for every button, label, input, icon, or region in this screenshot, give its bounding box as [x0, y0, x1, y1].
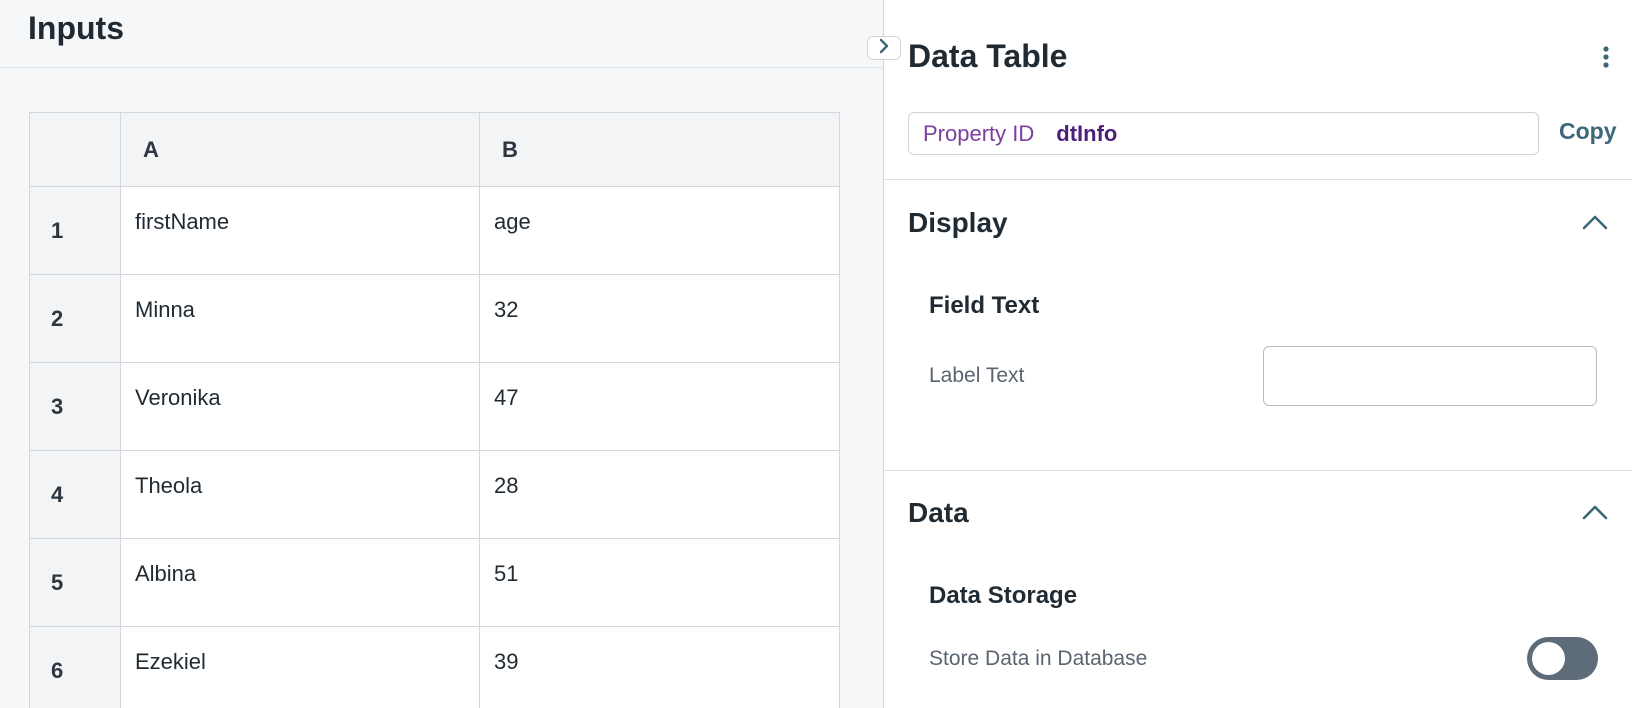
- grid-header-row: A B: [29, 112, 840, 187]
- grid-cell[interactable]: 39: [479, 626, 840, 708]
- subsection-title-field-text: Field Text: [929, 292, 1040, 319]
- grid-cell[interactable]: Albina: [120, 538, 480, 627]
- table-row: 2 Minna 32: [29, 274, 840, 363]
- grid-cell[interactable]: Veronika: [120, 362, 480, 451]
- grid-cell[interactable]: 28: [479, 450, 840, 539]
- subsection-title-data-storage: Data Storage: [929, 582, 1078, 609]
- table-row: 3 Veronika 47: [29, 362, 840, 451]
- data-grid: A B 1 firstName age 2 Minna 32 3 Veronik…: [29, 112, 840, 708]
- property-id-label: Property ID: [923, 120, 1035, 146]
- vertical-dots-icon: [1603, 45, 1609, 74]
- grid-cell[interactable]: 32: [479, 274, 840, 363]
- grid-cell[interactable]: Minna: [120, 274, 480, 363]
- app-window: Inputs A B 1 firstName age 2 Minna 32 3 …: [0, 0, 1632, 708]
- row-number[interactable]: 5: [29, 538, 121, 627]
- table-row: 1 firstName age: [29, 186, 840, 275]
- divider: [884, 470, 1632, 471]
- chevron-right-icon: [878, 38, 890, 59]
- table-row: 6 Ezekiel 39: [29, 626, 840, 708]
- collapse-panel-button[interactable]: [867, 36, 901, 60]
- store-data-label: Store Data in Database: [929, 647, 1148, 670]
- table-row: 4 Theola 28: [29, 450, 840, 539]
- grid-cell[interactable]: 51: [479, 538, 840, 627]
- grid-cell[interactable]: age: [479, 186, 840, 275]
- row-number[interactable]: 1: [29, 186, 121, 275]
- collapse-data-button[interactable]: [1580, 503, 1610, 525]
- grid-cell[interactable]: Theola: [120, 450, 480, 539]
- table-row: 5 Albina 51: [29, 538, 840, 627]
- label-text-label: Label Text: [929, 364, 1025, 387]
- chevron-up-icon: [1582, 504, 1608, 525]
- row-number[interactable]: 2: [29, 274, 121, 363]
- store-data-toggle[interactable]: [1527, 637, 1598, 680]
- grid-cell[interactable]: firstName: [120, 186, 480, 275]
- section-title-data[interactable]: Data: [908, 497, 969, 529]
- copy-button[interactable]: Copy: [1559, 118, 1617, 145]
- collapse-display-button[interactable]: [1580, 213, 1610, 235]
- column-header-b[interactable]: B: [479, 112, 840, 187]
- canvas-header: Inputs: [0, 0, 883, 68]
- properties-panel: Data Table Property ID dtInfo Copy Displ…: [883, 0, 1632, 708]
- grid-corner-cell: [29, 112, 121, 187]
- label-text-input[interactable]: [1263, 346, 1597, 406]
- section-title-display[interactable]: Display: [908, 207, 1008, 239]
- column-header-a[interactable]: A: [120, 112, 480, 187]
- divider: [884, 179, 1632, 180]
- chevron-up-icon: [1582, 214, 1608, 235]
- grid-cell[interactable]: 47: [479, 362, 840, 451]
- page-title: Inputs: [28, 10, 124, 46]
- property-id-value: dtInfo: [1056, 120, 1118, 146]
- panel-title: Data Table: [908, 38, 1068, 74]
- row-number[interactable]: 4: [29, 450, 121, 539]
- more-options-button[interactable]: [1596, 44, 1616, 74]
- row-number[interactable]: 3: [29, 362, 121, 451]
- toggle-knob: [1532, 642, 1565, 675]
- grid-cell[interactable]: Ezekiel: [120, 626, 480, 708]
- canvas-area: Inputs A B 1 firstName age 2 Minna 32 3 …: [0, 0, 883, 708]
- property-id-field: Property ID dtInfo: [908, 112, 1539, 155]
- row-number[interactable]: 6: [29, 626, 121, 708]
